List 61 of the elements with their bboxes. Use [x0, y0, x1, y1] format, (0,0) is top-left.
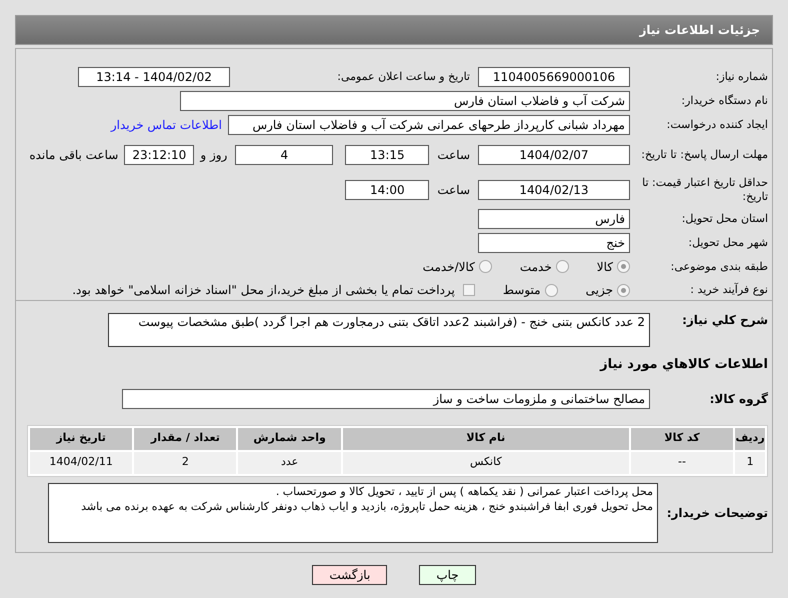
- remaining-time-field: 23:12:10: [124, 144, 194, 165]
- column-header: کد کالا: [630, 428, 734, 450]
- table-cell: 2: [134, 452, 236, 474]
- field-label: شرح کلي نياز:: [681, 313, 768, 327]
- radio-label: متوسط: [502, 282, 541, 300]
- goods-group-field: مصالح ساختمانی و ملزومات ساخت و ساز: [122, 388, 650, 408]
- field-label: شماره نیاز:: [714, 70, 768, 84]
- radio-label: خدمت: [520, 258, 552, 276]
- label-text: ساعت: [437, 146, 470, 164]
- payment-note: پرداخت تمام یا بخشی از مبلغ خرید،از محل "اسناد خزانه اسلامی" خواهد بود.: [72, 282, 455, 300]
- validity-time-field: 14:00: [345, 180, 430, 200]
- need-number-field: 1104005669000106: [478, 67, 630, 87]
- label-text: روز و: [200, 146, 228, 164]
- section-title: اطلاعات کالاهاي مورد نياز: [598, 356, 768, 374]
- label-text: ساعت: [437, 182, 470, 199]
- field-label: استان محل تحویل:: [680, 212, 768, 226]
- column-header: ردیف: [735, 428, 765, 450]
- buyer-notes-field[interactable]: محل پرداخت اعتبار عمرانی ( نقد یکماهه ) پس از تایید ، تحویل کالا و صورتحساب . محل تحویل فوری ابفا فراشبندو خنج ، هزینه حمل تاپروژه، بازدید و ایاب ذهاب دونفر کارشناس شرکت به عهده برنده می باشد: [48, 482, 658, 542]
- payment-checkbox[interactable]: [462, 284, 475, 296]
- province-field: فارس: [478, 209, 630, 230]
- radio-button[interactable]: [544, 284, 558, 297]
- validity-date-field: 1404/02/13: [478, 180, 630, 200]
- print-button[interactable]: چاپ: [419, 565, 476, 585]
- field-label: توضیحات خریدار:: [666, 506, 768, 520]
- buyer-field: شرکت آب و فاضلاب استان فارس: [180, 91, 630, 111]
- announce-date-field: 1404/02/02 - 13:14: [78, 67, 230, 87]
- contact-link[interactable]: اطلاعات تماس خریدار: [110, 116, 222, 134]
- field-label: مهلت ارسال پاسخ: تا تاریخ:: [640, 148, 768, 162]
- label-text: ساعت باقی مانده: [29, 146, 118, 164]
- field-label: ایجاد کننده درخواست:: [666, 118, 768, 132]
- table-cell: 1404/02/11: [30, 452, 132, 474]
- field-label: شهر محل تحویل:: [687, 236, 768, 250]
- back-button[interactable]: بازگشت: [312, 565, 388, 585]
- table-cell: 1: [735, 452, 765, 474]
- field-label: نام دستگاه خریدار:: [680, 94, 768, 108]
- radio-label: کالا/خدمت: [422, 258, 475, 276]
- radio-label: کالا: [596, 258, 613, 276]
- column-header: واحد شمارش: [238, 428, 341, 450]
- days-field: 4: [235, 144, 334, 165]
- field-label: حداقل تاریخ اعتبار قیمت: تا تاریخ:: [641, 176, 768, 204]
- field-label: نوع فرآیند خرید :: [689, 283, 768, 298]
- radio-button[interactable]: [617, 284, 630, 297]
- radio-button[interactable]: [478, 260, 492, 274]
- field-label: طبقه بندی موضوعی:: [670, 260, 768, 274]
- table-cell: --: [630, 452, 734, 474]
- field-label: گروه کالا:: [708, 392, 768, 406]
- deadline-time-field: 13:15: [345, 144, 430, 165]
- radio-button[interactable]: [556, 260, 569, 274]
- table-cell: عدد: [238, 452, 341, 474]
- creator-field: مهرداد شبانی کارپرداز طرحهای عمرانی شرکت آب و فاضلاب استان فارس: [228, 115, 630, 135]
- city-field: خنج: [478, 233, 630, 254]
- field-label: تاریخ و ساعت اعلان عمومی:: [336, 70, 470, 84]
- column-header: نام کالا: [342, 428, 629, 450]
- description-field[interactable]: 2 عدد کانکس بتنی خنج - (فراشبند 2عدد اتاقک بتنی درمجاورت هم اجرا گردد )طبق مشخصات پیوست: [108, 313, 650, 347]
- column-header: تاریخ نیاز: [30, 428, 132, 450]
- deadline-date-field: 1404/02/07: [478, 144, 630, 165]
- column-header: تعداد / مقدار: [134, 428, 236, 450]
- page-title: جزئیات اطلاعات نیاز: [639, 22, 760, 39]
- radio-label: جزیی: [586, 282, 613, 300]
- table-cell: کانکس: [342, 452, 629, 474]
- radio-button[interactable]: [617, 260, 630, 274]
